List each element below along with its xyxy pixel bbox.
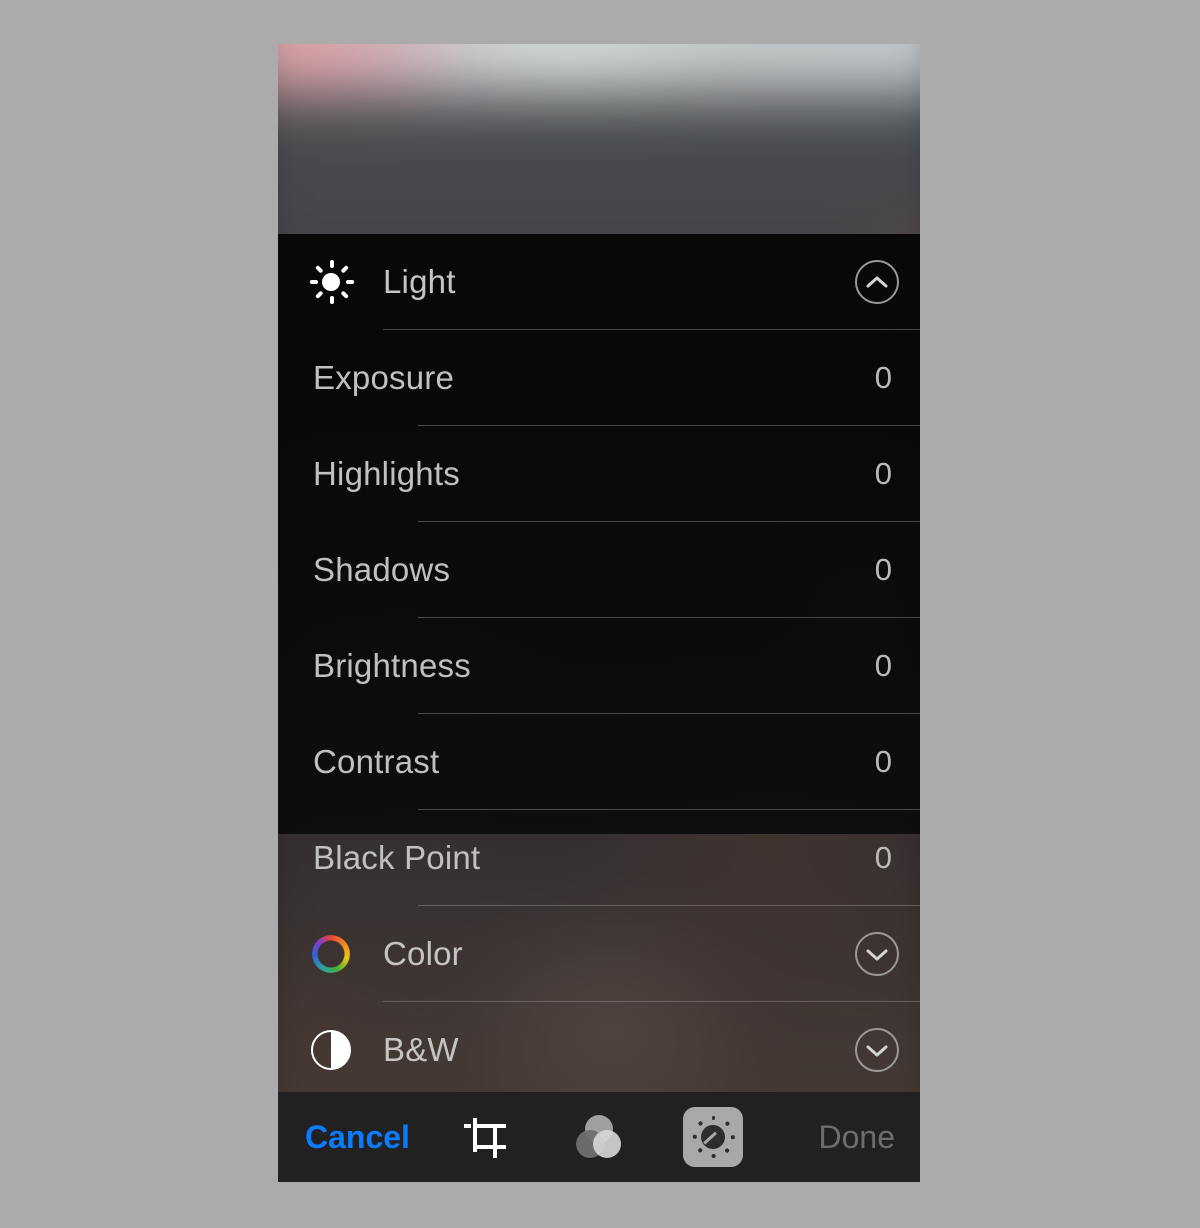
group-label-color: Color: [383, 935, 463, 972]
done-button[interactable]: Done: [819, 1119, 896, 1156]
group-label-light: Light: [383, 263, 456, 300]
adjust-tool-button[interactable]: [683, 1107, 743, 1167]
expand-button-color[interactable]: [834, 932, 920, 976]
slider-row-contrast[interactable]: Contrast 0: [278, 714, 920, 810]
slider-value-brightness: 0: [874, 648, 892, 683]
slider-row-highlights[interactable]: Highlights 0: [278, 426, 920, 522]
slider-row-black-point[interactable]: Black Point 0: [278, 810, 920, 906]
slider-value-shadows: 0: [874, 552, 892, 587]
slider-row-brightness[interactable]: Brightness 0: [278, 618, 920, 714]
crop-tool-button[interactable]: [455, 1107, 515, 1167]
filters-icon: [576, 1115, 622, 1159]
color-wheel-icon: [278, 935, 383, 973]
sun-icon: [278, 260, 383, 304]
filters-tool-button[interactable]: [569, 1107, 629, 1167]
group-row-light[interactable]: Light: [278, 234, 920, 330]
expand-button-bw[interactable]: [834, 1028, 920, 1072]
bottom-toolbar: Cancel Done: [278, 1092, 920, 1182]
photo-editor-panel: Light Exposure 0 Highlights 0 Shadows 0 …: [278, 44, 920, 1182]
chevron-down-icon: [855, 932, 899, 976]
screen: Light Exposure 0 Highlights 0 Shadows 0 …: [0, 0, 1200, 1228]
slider-label-contrast: Contrast: [313, 743, 440, 780]
slider-label-brightness: Brightness: [313, 647, 471, 684]
slider-value-exposure: 0: [874, 360, 892, 395]
crop-icon: [464, 1116, 506, 1158]
group-row-color[interactable]: Color: [278, 906, 920, 1002]
slider-value-highlights: 0: [874, 456, 892, 491]
slider-value-contrast: 0: [874, 744, 892, 779]
cancel-button[interactable]: Cancel: [305, 1119, 410, 1156]
group-row-bw[interactable]: B&W: [278, 1002, 920, 1098]
slider-value-black-point: 0: [874, 840, 892, 875]
slider-label-exposure: Exposure: [313, 359, 455, 396]
dial-icon: [692, 1116, 735, 1158]
group-label-bw: B&W: [383, 1031, 459, 1068]
chevron-up-icon: [855, 260, 899, 304]
slider-label-shadows: Shadows: [313, 551, 451, 588]
collapse-button-light[interactable]: [834, 260, 920, 304]
slider-label-highlights: Highlights: [313, 455, 460, 492]
black-and-white-icon: [278, 1030, 383, 1070]
chevron-down-icon: [855, 1028, 899, 1072]
slider-row-exposure[interactable]: Exposure 0: [278, 330, 920, 426]
adjustments-list: Light Exposure 0 Highlights 0 Shadows 0 …: [278, 234, 920, 1098]
slider-label-black-point: Black Point: [313, 839, 481, 876]
slider-row-shadows[interactable]: Shadows 0: [278, 522, 920, 618]
